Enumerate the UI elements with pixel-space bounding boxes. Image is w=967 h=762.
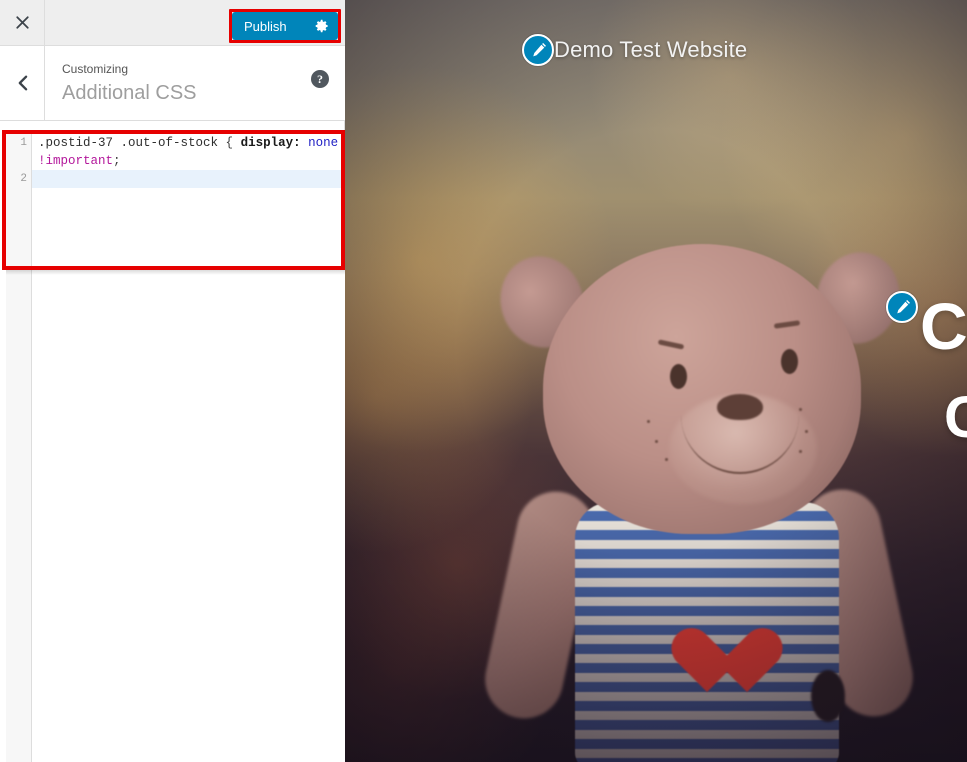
code-line-1: .postid-37 .out-of-stock { display: none… bbox=[38, 134, 341, 170]
css-property-token: display: bbox=[240, 136, 301, 150]
customizer-sidebar: Publish Customizing Additional CSS ? 1 2… bbox=[0, 0, 345, 762]
publish-button-label: Publish bbox=[244, 18, 287, 34]
panel-title-block: Customizing Additional CSS bbox=[62, 61, 197, 108]
css-important-token: !important bbox=[38, 154, 114, 168]
customizer-screen: Demo Test Website Ch C Publish bbox=[0, 0, 967, 762]
panel-header: Customizing Additional CSS ? bbox=[0, 46, 345, 121]
back-button[interactable] bbox=[0, 46, 45, 120]
pencil-edit-icon-site-title[interactable] bbox=[522, 34, 554, 66]
publish-button[interactable]: Publish bbox=[232, 12, 338, 40]
site-title-text: Demo Test Website bbox=[554, 37, 748, 62]
panel-eyebrow-text: Customizing bbox=[62, 62, 129, 76]
pencil-edit-icon-hero[interactable] bbox=[886, 291, 918, 323]
hero-heading-line-2: C bbox=[944, 385, 967, 450]
css-brace-token: { bbox=[225, 136, 234, 150]
image-vignette-overlay bbox=[345, 0, 967, 762]
site-title-block: Demo Test Website bbox=[522, 34, 747, 66]
close-icon bbox=[15, 16, 29, 29]
css-semicolon-token: ; bbox=[113, 154, 121, 168]
editor-lower-blank-area bbox=[0, 266, 345, 762]
close-customizer-button[interactable] bbox=[0, 0, 45, 45]
editor-code-area[interactable]: .postid-37 .out-of-stock { display: none… bbox=[33, 134, 345, 266]
chevron-left-icon bbox=[18, 75, 27, 91]
hero-heading-line-1: Ch bbox=[920, 289, 967, 363]
gear-icon[interactable] bbox=[315, 19, 329, 33]
editor-drop-shadow bbox=[6, 270, 345, 275]
line-number: 1 bbox=[20, 137, 27, 149]
css-selector-token: .postid-37 .out-of-stock bbox=[38, 136, 219, 150]
help-icon[interactable]: ? bbox=[311, 70, 329, 88]
line-number: 2 bbox=[20, 173, 27, 185]
editor-gutter-extension bbox=[6, 266, 32, 762]
site-preview-frame[interactable] bbox=[345, 0, 967, 762]
additional-css-editor[interactable]: 1 2 .postid-37 .out-of-stock { display: … bbox=[6, 134, 345, 266]
editor-line-number-gutter: 1 2 bbox=[6, 134, 32, 266]
css-value-token: none bbox=[308, 136, 339, 150]
page-title: Additional CSS bbox=[62, 81, 197, 104]
customizer-header-bar: Publish bbox=[0, 0, 345, 46]
